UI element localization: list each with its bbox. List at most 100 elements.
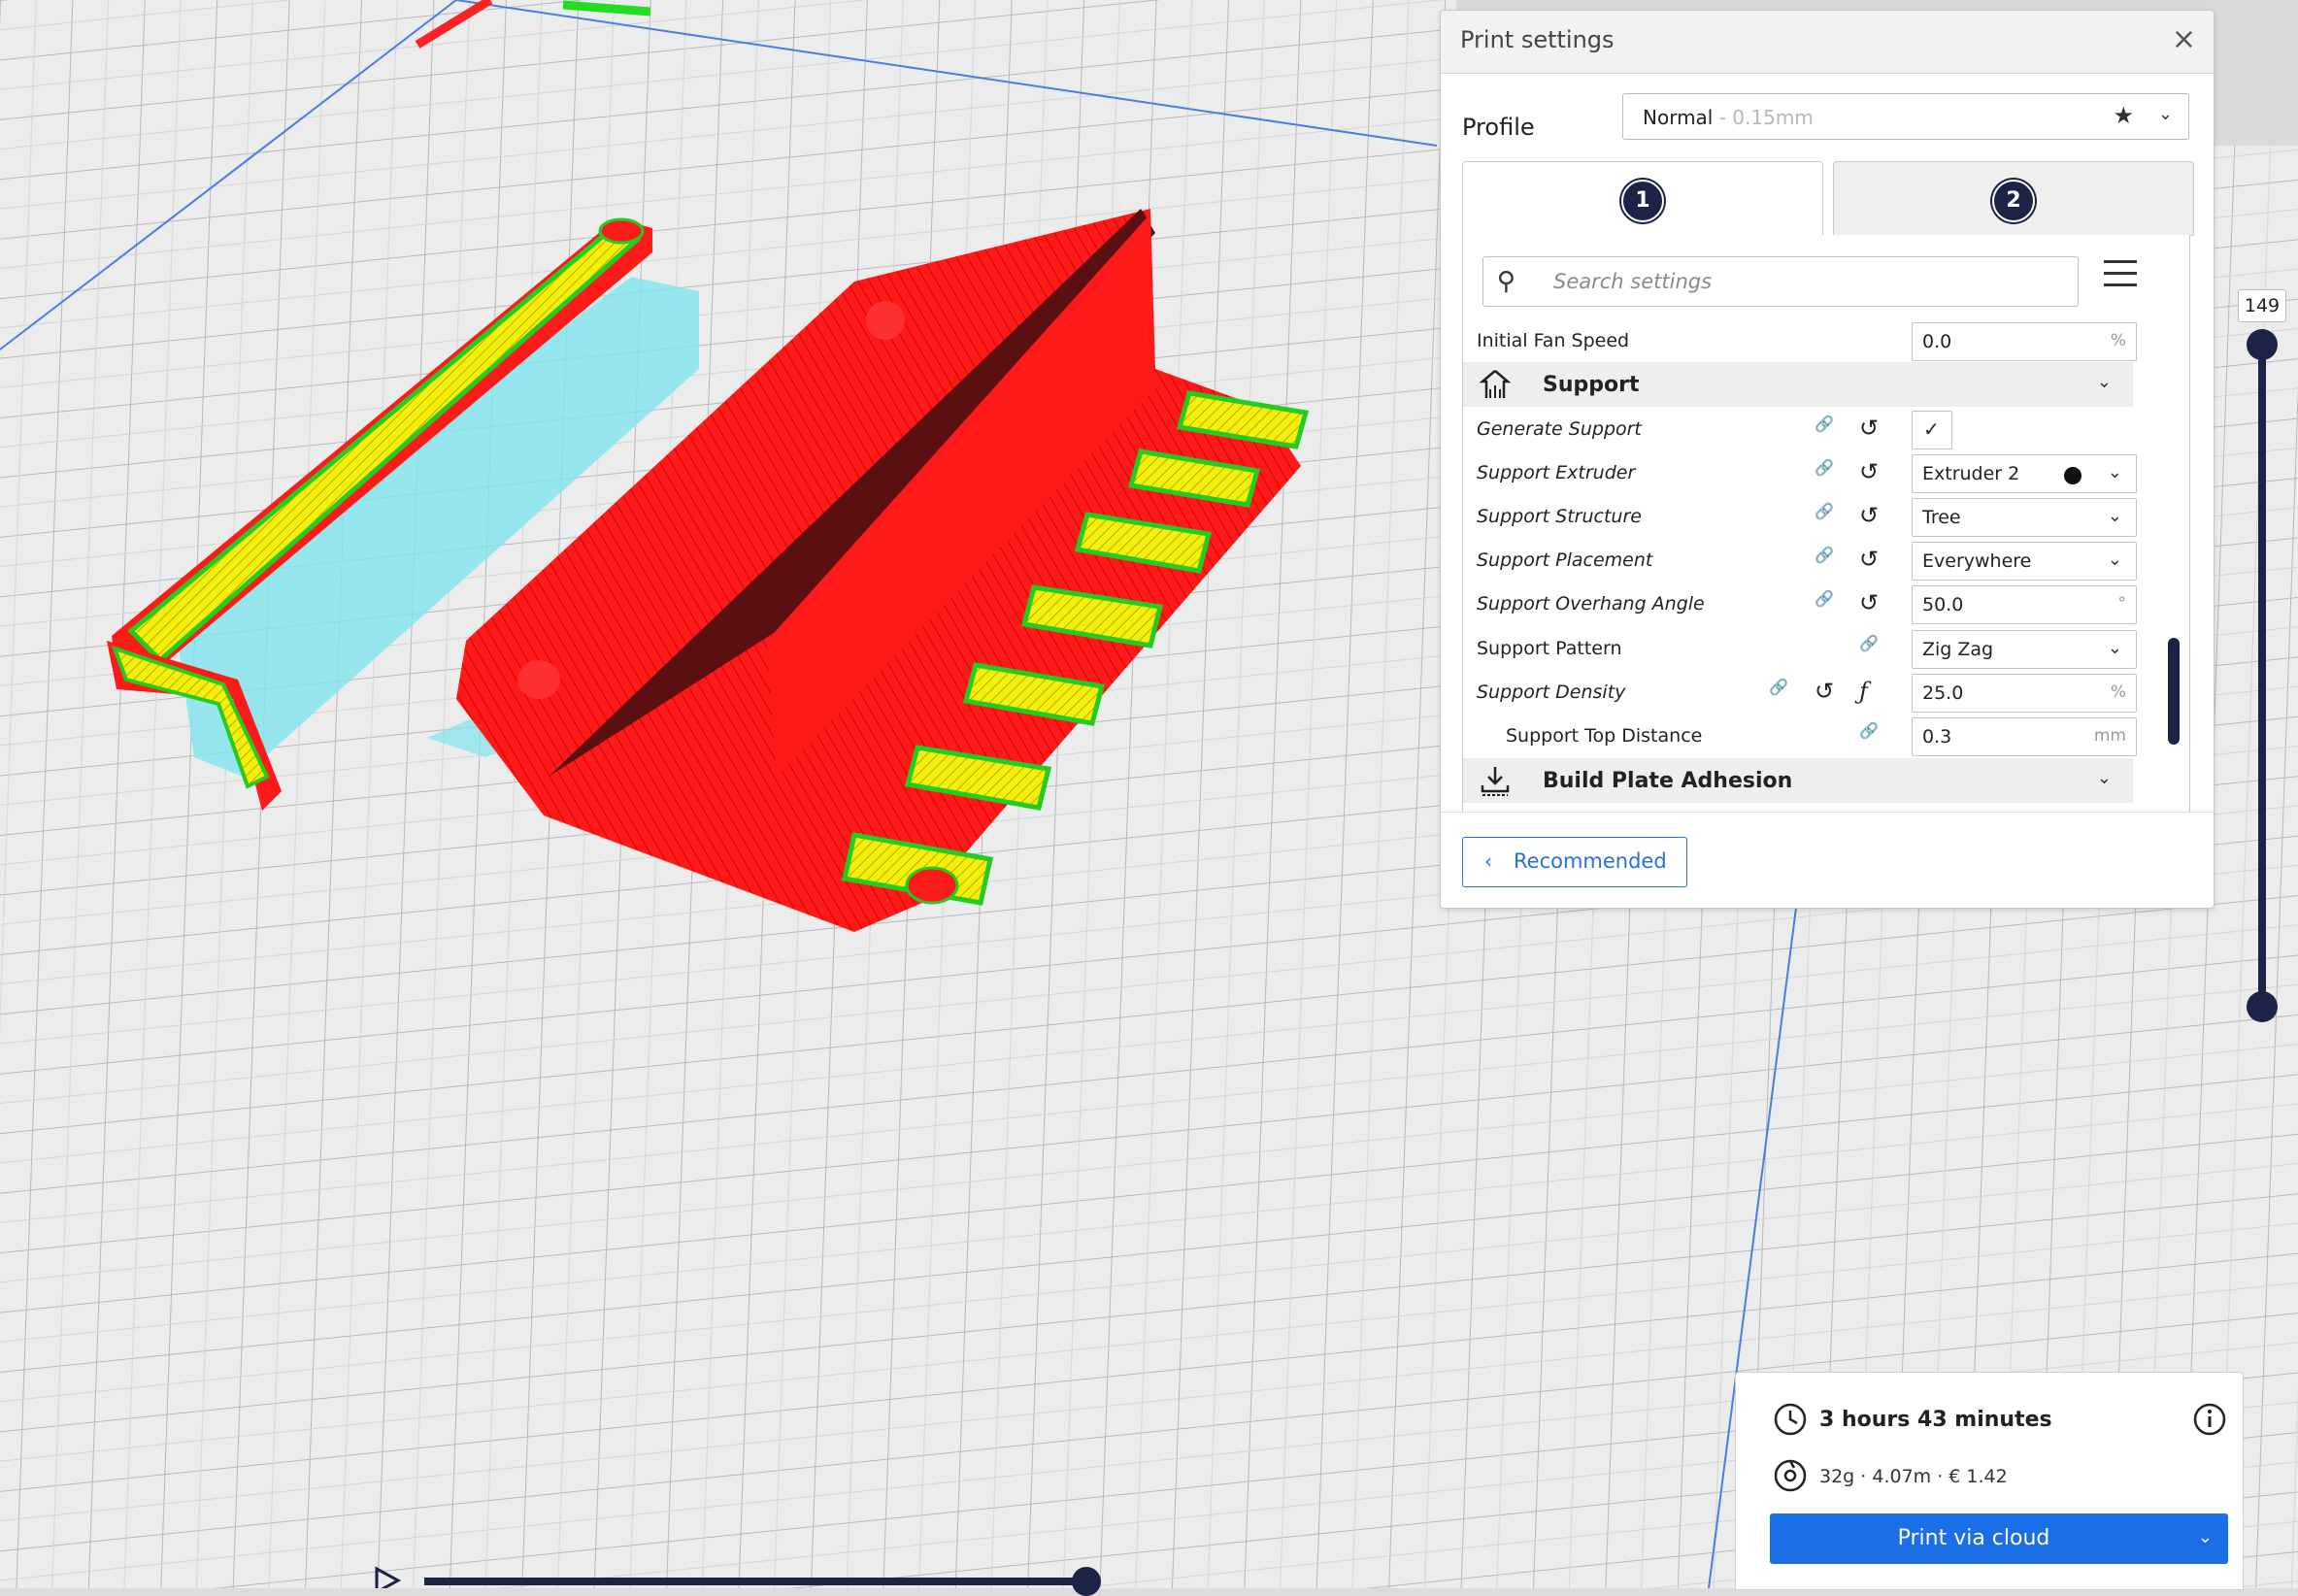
link-icon[interactable]: 🔗 [1815,415,1842,442]
recommended-button[interactable]: ‹ Recommended [1462,837,1687,887]
setting-label: Generate Support [1477,418,1642,440]
tab-extruder-2[interactable]: 2 [1833,161,2194,236]
tab-extruder-1[interactable]: 1 [1462,161,1823,238]
print-time: 3 hours 43 minutes [1819,1408,2052,1432]
setting-generate-support: Generate Support 🔗 ↺ ✓ [1463,409,2143,451]
initial-fan-speed-input[interactable]: 0.0 % [1912,322,2137,361]
chevron-down-icon: ⌄ [2096,372,2112,392]
chevron-down-icon: ⌄ [2107,506,2122,526]
clock-icon [1774,1403,1807,1436]
chevron-down-icon: ⌄ [2107,462,2122,482]
chevron-left-icon: ‹ [1484,849,1492,873]
generate-support-checkbox[interactable]: ✓ [1912,411,1952,449]
field-unit: mm [2093,726,2126,746]
layer-number-input[interactable]: 149 [2238,289,2286,322]
reset-icon[interactable]: ↺ [1859,589,1886,616]
category-label: Support [1543,373,1640,397]
field-value: Extruder 2 [1922,463,2020,484]
reset-icon[interactable]: ↺ [1859,502,1886,529]
chevron-down-icon: ⌄ [2107,549,2122,570]
info-icon[interactable] [2192,1402,2227,1437]
setting-label: Support Pattern [1477,638,1622,659]
setting-support-pattern: Support Pattern 🔗 Zig Zag ⌄ [1463,628,2143,671]
close-icon[interactable]: × [2172,22,2196,56]
reset-icon[interactable]: ↺ [1815,678,1842,705]
setting-support-overhang-angle: Support Overhang Angle 🔗 ↺ 50.0 ° [1463,583,2143,626]
field-value: 50.0 [1922,594,1964,615]
support-category-icon [1479,370,1512,398]
setting-label: Support Top Distance [1506,725,1703,747]
profile-layer-height: - 0.15mm [1713,106,1814,129]
extruder-2-badge: 2 [1992,180,2035,222]
support-placement-select[interactable]: Everywhere ⌄ [1912,542,2137,581]
category-build-plate-adhesion[interactable]: Build Plate Adhesion ⌄ [1463,758,2133,803]
print-summary-panel: 3 hours 43 minutes 32g · 4.07m · € 1.42 … [1735,1372,2244,1590]
layer-slider-track[interactable] [2258,345,2266,1007]
layer-view-slider-track[interactable] [424,1578,1084,1585]
setting-support-structure: Support Structure 🔗 ↺ Tree ⌄ [1463,496,2143,539]
link-icon[interactable]: 🔗 [1859,634,1886,661]
category-label: Build Plate Adhesion [1543,769,1793,793]
field-unit: ° [2117,594,2127,614]
profile-name: Normal - 0.15mm [1643,106,1814,129]
panel-footer: ‹ Recommended [1441,812,2214,909]
filament-spool-icon [1774,1459,1807,1492]
link-icon[interactable]: 🔗 [1815,589,1842,616]
function-icon[interactable]: ƒ [1859,678,1886,705]
link-icon[interactable]: 🔗 [1815,502,1842,529]
extruder-1-badge: 1 [1621,180,1664,222]
profile-label: Profile [1462,114,1535,141]
layer-slider-bottom-handle[interactable] [2247,991,2278,1022]
settings-list[interactable]: ⚲ Search settings Initial Fan Speed 0.0 … [1462,235,2190,813]
setting-support-placement: Support Placement 🔗 ↺ Everywhere ⌄ [1463,540,2143,582]
link-icon[interactable]: 🔗 [1815,458,1842,485]
field-value: 0.0 [1922,331,1952,352]
support-top-distance-input[interactable]: 0.3 mm [1912,717,2137,756]
link-icon[interactable]: 🔗 [1815,546,1842,573]
field-value: Zig Zag [1922,639,1994,660]
chevron-down-icon[interactable]: ⌄ [2198,1527,2213,1547]
layer-slider-top-handle[interactable] [2247,329,2278,360]
recommended-label: Recommended [1514,849,1667,873]
chevron-down-icon: ⌄ [2107,638,2122,658]
setting-label: Support Density [1477,682,1626,703]
setting-label: Support Placement [1477,549,1653,571]
search-placeholder: Search settings [1553,270,1713,293]
link-icon[interactable]: 🔗 [1859,721,1886,748]
setting-support-extruder: Support Extruder 🔗 ↺ Extruder 2 ⌄ [1463,452,2143,495]
support-structure-select[interactable]: Tree ⌄ [1912,498,2137,537]
field-unit: % [2110,682,2126,702]
material-cost: 32g · 4.07m · € 1.42 [1819,1466,2008,1487]
reset-icon[interactable]: ↺ [1859,546,1886,573]
support-pattern-select[interactable]: Zig Zag ⌄ [1912,630,2137,669]
star-icon[interactable]: ★ [2113,102,2134,129]
panel-header: Print settings × [1441,11,2214,74]
layer-view-slider-handle[interactable] [1072,1567,1101,1596]
extruder-color-swatch [2064,467,2082,484]
field-value: 25.0 [1922,682,1964,704]
setting-initial-fan-speed: Initial Fan Speed 0.0 % [1463,320,2143,363]
setting-support-density: Support Density 🔗 ↺ ƒ 25.0 % [1463,672,2143,715]
setting-label: Initial Fan Speed [1477,330,1630,351]
reset-icon[interactable]: ↺ [1859,458,1886,485]
profile-dropdown[interactable]: Normal - 0.15mm ★ ⌄ [1622,93,2189,140]
search-icon: ⚲ [1497,267,1516,296]
setting-label: Support Extruder [1477,462,1636,483]
support-overhang-angle-input[interactable]: 50.0 ° [1912,585,2137,624]
print-settings-panel: Print settings × Profile Normal - 0.15mm… [1440,10,2215,909]
link-icon[interactable]: 🔗 [1769,678,1796,705]
search-input[interactable]: ⚲ Search settings [1482,256,2079,307]
panel-title: Print settings [1460,26,1615,53]
settings-menu-icon[interactable] [2104,260,2137,289]
reset-icon[interactable]: ↺ [1859,415,1886,442]
chevron-down-icon: ⌄ [2096,768,2112,788]
support-density-input[interactable]: 25.0 % [1912,674,2137,713]
print-via-cloud-button[interactable]: Print via cloud ⌄ [1770,1513,2228,1564]
field-value: Everywhere [1922,550,2032,572]
field-unit: % [2110,331,2126,350]
setting-support-top-distance: Support Top Distance 🔗 0.3 mm [1463,715,2143,758]
category-support[interactable]: Support ⌄ [1463,362,2133,407]
setting-label: Support Structure [1477,506,1642,527]
settings-scrollbar[interactable] [2168,638,2180,745]
support-extruder-select[interactable]: Extruder 2 ⌄ [1912,454,2137,493]
